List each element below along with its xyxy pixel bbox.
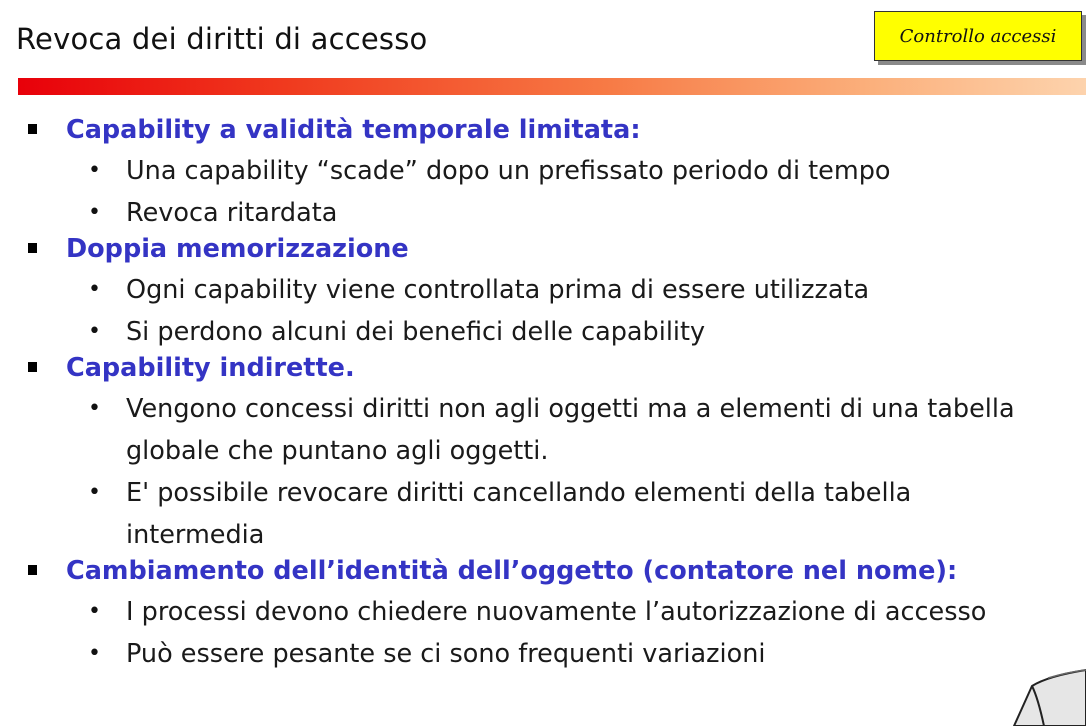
round-bullet-icon: •: [88, 158, 101, 183]
section-heading: Doppia memorizzazione: [0, 231, 1086, 267]
list-item-text: I processi devono chiedere nuovamente l’…: [126, 597, 987, 627]
round-bullet-icon: •: [88, 599, 101, 624]
list-item: • Può essere pesante se ci sono frequent…: [0, 633, 1086, 675]
list-item-text: Una capability “scade” dopo un prefissat…: [126, 156, 891, 186]
list-item-text: E' possibile revocare diritti cancelland…: [126, 478, 912, 550]
section-heading-text: Capability a validità temporale limitata…: [66, 115, 641, 145]
square-bullet-icon: [28, 362, 37, 372]
list-item: • Ogni capability viene controllata prim…: [0, 269, 1086, 311]
page-curl-icon: [1012, 668, 1086, 726]
section-tag-label: Controllo accessi: [899, 25, 1057, 47]
title-underline-bar: [18, 78, 1086, 95]
round-bullet-icon: •: [88, 277, 101, 302]
list-item: • Vengono concessi diritti non agli ogge…: [0, 388, 1086, 472]
list-item: • E' possibile revocare diritti cancella…: [0, 472, 1086, 556]
square-bullet-icon: [28, 124, 37, 134]
square-bullet-icon: [28, 565, 37, 575]
square-bullet-icon: [28, 243, 37, 253]
list-item: • I processi devono chiedere nuovamente …: [0, 591, 1086, 633]
section-tag: Controllo accessi: [874, 11, 1082, 61]
round-bullet-icon: •: [88, 396, 101, 421]
list-item-text: Vengono concessi diritti non agli oggett…: [126, 394, 1015, 466]
section-heading-text: Capability indirette.: [66, 353, 355, 383]
list-item-text: Può essere pesante se ci sono frequenti …: [126, 639, 766, 669]
round-bullet-icon: •: [88, 319, 101, 344]
section-heading-text: Doppia memorizzazione: [66, 234, 409, 264]
list-item-text: Si perdono alcuni dei benefici delle cap…: [126, 317, 706, 347]
list-item: • Revoca ritardata: [0, 192, 1086, 234]
slide-content: Capability a validità temporale limitata…: [0, 112, 1086, 675]
section-heading: Capability indirette.: [0, 350, 1086, 386]
section-heading: Capability a validità temporale limitata…: [0, 112, 1086, 148]
section-heading-text: Cambiamento dell’identità dell’oggetto (…: [66, 556, 958, 586]
slide-title: Revoca dei diritti di accesso: [16, 22, 428, 56]
list-item: • Una capability “scade” dopo un prefiss…: [0, 150, 1086, 192]
round-bullet-icon: •: [88, 641, 101, 666]
round-bullet-icon: •: [88, 480, 101, 505]
list-item-text: Revoca ritardata: [126, 198, 338, 228]
list-item: • Si perdono alcuni dei benefici delle c…: [0, 311, 1086, 353]
section-heading: Cambiamento dell’identità dell’oggetto (…: [0, 553, 1086, 589]
list-item-text: Ogni capability viene controllata prima …: [126, 275, 870, 305]
round-bullet-icon: •: [88, 200, 101, 225]
